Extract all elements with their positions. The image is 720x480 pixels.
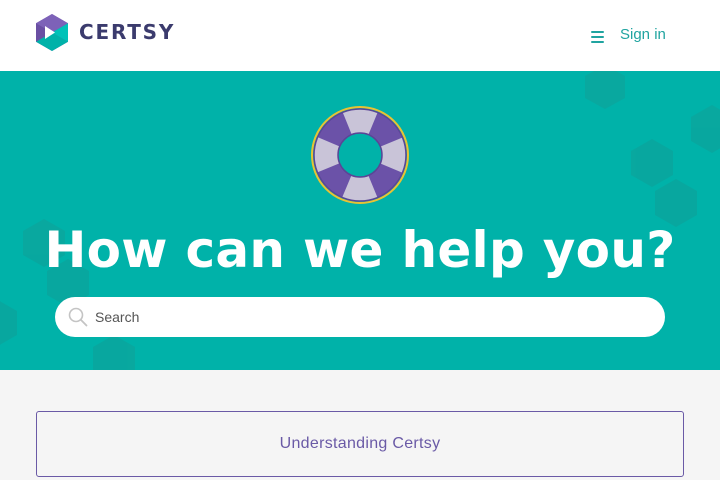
search-input[interactable] — [95, 297, 655, 337]
page-title: How can we help you? — [44, 221, 676, 279]
hamburger-line — [591, 41, 604, 43]
certsy-logo-icon — [36, 14, 68, 51]
sign-in-link[interactable]: Sign in — [620, 25, 666, 45]
search-icon — [68, 307, 88, 327]
menu-button[interactable] — [588, 27, 606, 45]
category-card[interactable]: Understanding Certsy — [36, 411, 684, 477]
search-bar[interactable] — [55, 297, 665, 337]
site-header: CERTSY Sign in — [0, 0, 720, 71]
hamburger-menu-icon — [591, 31, 604, 33]
category-label: Understanding Certsy — [279, 435, 441, 452]
brand-name: CERTSY — [79, 20, 176, 44]
lifebuoy-icon — [311, 106, 409, 204]
hamburger-line — [591, 36, 604, 38]
hero-section: How can we help you? — [0, 71, 720, 370]
brand-logo[interactable]: CERTSY — [36, 14, 175, 51]
